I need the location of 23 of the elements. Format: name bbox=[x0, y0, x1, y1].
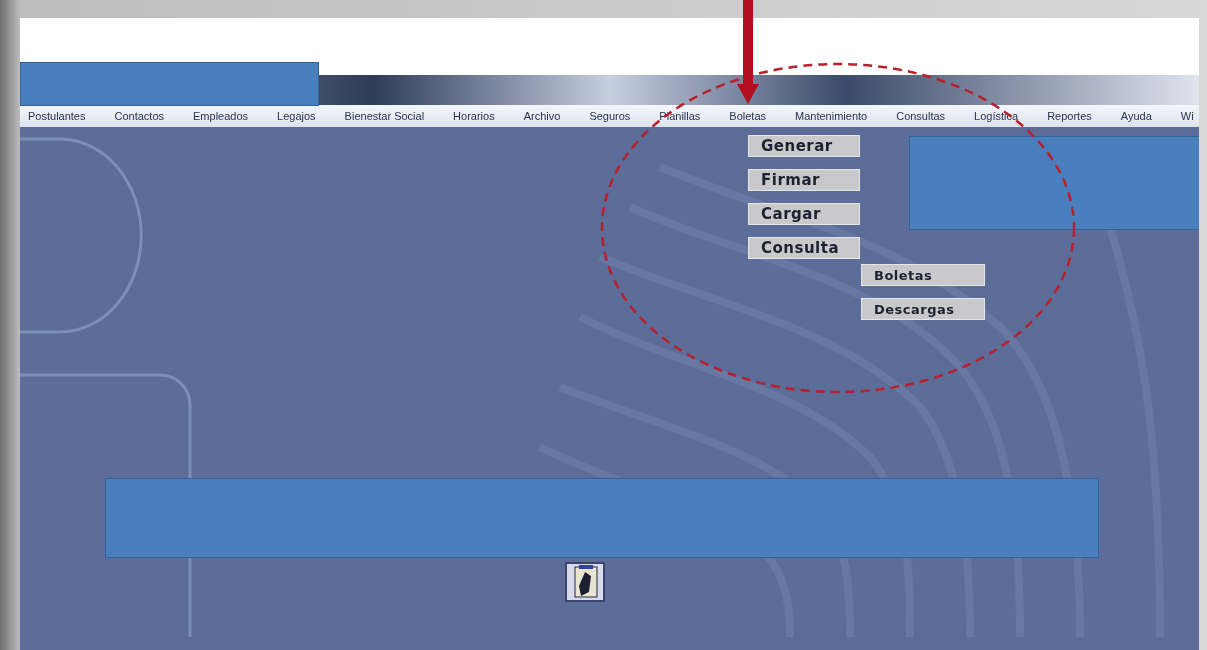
menu-item[interactable]: Consultas bbox=[896, 110, 946, 122]
menu-item[interactable]: Mantenimiento bbox=[795, 110, 868, 122]
menu-item[interactable]: Reportes bbox=[1047, 110, 1092, 122]
menu-option[interactable]: Firmar bbox=[748, 169, 860, 191]
menu-option[interactable]: Generar bbox=[748, 135, 860, 157]
menu-item[interactable]: Boletas bbox=[729, 110, 767, 122]
menu-option[interactable]: Consulta bbox=[748, 237, 860, 259]
menu-item[interactable]: Logística bbox=[974, 110, 1019, 122]
menu-item[interactable]: Empleados bbox=[193, 110, 249, 122]
menu-item[interactable]: Legajos bbox=[277, 110, 316, 122]
menu-option[interactable]: Descargas bbox=[861, 298, 985, 320]
menu-item[interactable]: Wi bbox=[1180, 110, 1194, 122]
menu-item[interactable]: Bienestar Social bbox=[344, 110, 425, 122]
menu-item[interactable]: Contactos bbox=[114, 110, 164, 122]
menu-option[interactable]: Boletas bbox=[861, 264, 985, 286]
menu-option[interactable]: Cargar bbox=[748, 203, 860, 225]
menu-item[interactable]: Postulantes bbox=[28, 110, 86, 122]
menu-item[interactable]: Planillas bbox=[659, 110, 701, 122]
menu-item[interactable]: Archivo bbox=[523, 110, 561, 122]
menu-item[interactable]: Horarios bbox=[453, 110, 495, 122]
exit-door-icon[interactable] bbox=[565, 562, 605, 602]
menu-item[interactable]: Ayuda bbox=[1120, 110, 1152, 122]
menu-item[interactable]: Seguros bbox=[589, 110, 631, 122]
